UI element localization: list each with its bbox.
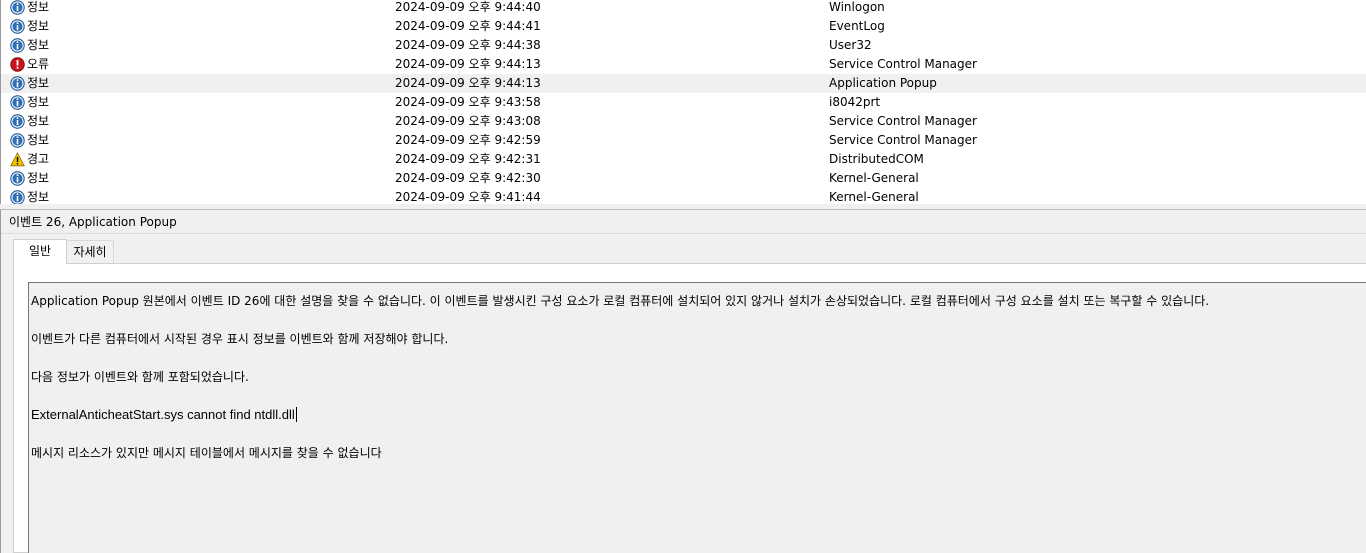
event-level: 정보 (27, 19, 50, 33)
event-detail-pane: 이벤트 26, Application Popup 일반 자세히 Applica… (0, 210, 1366, 553)
event-row[interactable]: 정보 2024-09-09 오후 9:44:41 EventLog (1, 17, 1366, 36)
event-source: Kernel-General (829, 190, 919, 204)
tab-general[interactable]: 일반 (13, 239, 67, 264)
event-level: 정보 (27, 171, 50, 185)
event-level: 정보 (27, 0, 50, 14)
description-line: 메시지 리소스가 있지만 메시지 테이블에서 메시지를 찾을 수 없습니다 (31, 446, 382, 460)
event-source: Service Control Manager (829, 114, 977, 128)
event-viewer: 정보 2024-09-09 오후 9:44:40 Winlogon 정보 2024-09… (0, 0, 1366, 553)
event-source: Service Control Manager (829, 133, 977, 147)
event-row[interactable]: 정보 2024-09-09 오후 9:43:58 i8042prt (1, 93, 1366, 112)
description-line: 다음 정보가 이벤트와 함께 포함되었습니다. (31, 370, 249, 384)
event-source: Service Control Manager (829, 57, 977, 71)
event-datetime: 2024-09-09 오후 9:43:08 (395, 114, 541, 128)
event-datetime: 2024-09-09 오후 9:44:13 (395, 76, 541, 90)
event-row[interactable]: 정보 2024-09-09 오후 9:42:59 Service Control M… (1, 131, 1366, 150)
event-source: User32 (829, 38, 872, 52)
description-line: 이벤트가 다른 컴퓨터에서 시작된 경우 표시 정보를 이벤트와 함께 저장해야… (31, 332, 449, 346)
info-icon (10, 114, 25, 129)
info-icon (10, 19, 25, 34)
event-datetime: 2024-09-09 오후 9:42:31 (395, 152, 541, 166)
event-source: Application Popup (829, 76, 937, 90)
event-row[interactable]: 정보 2024-09-09 오후 9:44:13 Application Popup (1, 74, 1366, 93)
event-source: Winlogon (829, 0, 885, 14)
info-icon (10, 95, 25, 110)
event-row[interactable]: 정보 2024-09-09 오후 9:44:38 User32 (1, 36, 1366, 55)
event-level: 정보 (27, 95, 50, 109)
event-detail-title: 이벤트 26, Application Popup (1, 210, 1366, 234)
text-caret (295, 407, 297, 422)
event-source: DistributedCOM (829, 152, 924, 166)
detail-tabs: 일반 자세히 (9, 239, 1366, 264)
event-level: 정보 (27, 133, 50, 147)
description-line: Application Popup 원본에서 이벤트 ID 26에 대한 설명을… (31, 294, 1210, 308)
event-description-box[interactable]: Application Popup 원본에서 이벤트 ID 26에 대한 설명을… (28, 282, 1366, 553)
event-datetime: 2024-09-09 오후 9:42:59 (395, 133, 541, 147)
event-level: 정보 (27, 76, 50, 90)
info-icon (10, 190, 25, 204)
event-source: i8042prt (829, 95, 881, 109)
event-row[interactable]: 경고 2024-09-09 오후 9:42:31 DistributedCOM (1, 150, 1366, 169)
event-datetime: 2024-09-09 오후 9:44:40 (395, 0, 541, 14)
event-datetime: 2024-09-09 오후 9:41:44 (395, 190, 541, 204)
event-source: Kernel-General (829, 171, 919, 185)
event-level: 경고 (27, 152, 50, 166)
info-icon (10, 38, 25, 53)
event-level: 정보 (27, 190, 50, 204)
tab-details[interactable]: 자세히 (66, 240, 114, 263)
event-source: EventLog (829, 19, 885, 33)
info-icon (10, 76, 25, 91)
event-row[interactable]: 오류 2024-09-09 오후 9:44:13 Service Control M… (1, 55, 1366, 74)
info-icon (10, 133, 25, 148)
event-level: 정보 (27, 38, 50, 52)
event-datetime: 2024-09-09 오후 9:43:58 (395, 95, 541, 109)
event-datetime: 2024-09-09 오후 9:44:38 (395, 38, 541, 52)
description-line: ExternalAnticheatStart.sys cannot find n… (31, 407, 297, 423)
event-row[interactable]: 정보 2024-09-09 오후 9:44:40 Winlogon (1, 0, 1366, 17)
event-level: 정보 (27, 114, 50, 128)
warning-icon (10, 152, 25, 167)
event-datetime: 2024-09-09 오후 9:42:30 (395, 171, 541, 185)
event-list[interactable]: 정보 2024-09-09 오후 9:44:40 Winlogon 정보 2024-09… (0, 0, 1366, 204)
info-icon (10, 171, 25, 186)
event-row[interactable]: 정보 2024-09-09 오후 9:42:30 Kernel-General (1, 169, 1366, 188)
error-icon (10, 57, 25, 72)
info-icon (10, 0, 25, 15)
event-datetime: 2024-09-09 오후 9:44:13 (395, 57, 541, 71)
tab-content-frame: Application Popup 원본에서 이벤트 ID 26에 대한 설명을… (13, 263, 1366, 553)
event-level: 오류 (27, 57, 50, 71)
event-row[interactable]: 정보 2024-09-09 오후 9:43:08 Service Control M… (1, 112, 1366, 131)
description-text: ExternalAnticheatStart.sys cannot find n… (31, 407, 295, 422)
event-row[interactable]: 정보 2024-09-09 오후 9:41:44 Kernel-General (1, 188, 1366, 204)
event-datetime: 2024-09-09 오후 9:44:41 (395, 19, 541, 33)
